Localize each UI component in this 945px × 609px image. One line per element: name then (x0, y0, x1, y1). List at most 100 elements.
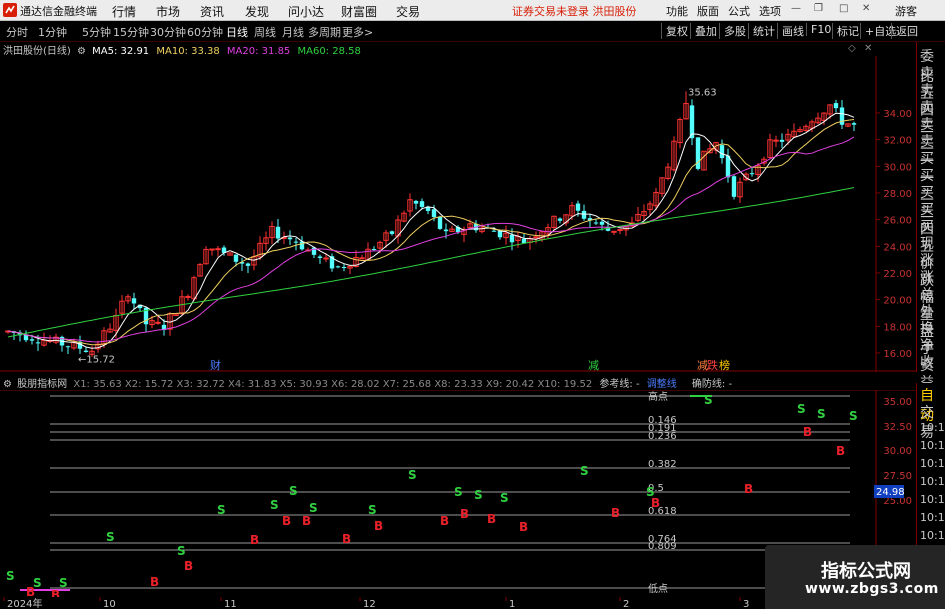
menu-options[interactable]: 选项 (759, 3, 781, 19)
candle-body-up (611, 230, 617, 233)
btn-back[interactable]: 返回 (891, 23, 918, 39)
period-15min[interactable]: 15分钟 (113, 24, 149, 40)
y-tick-label: 30.00 (883, 162, 912, 173)
period-1min[interactable]: 1分钟 (38, 24, 67, 40)
low-price-label: ←15.72 (78, 355, 115, 366)
indicator-y-label: 27.50 (883, 471, 912, 482)
app-logo-icon (3, 3, 17, 17)
y-tick-label: 28.00 (883, 189, 912, 200)
period-daily[interactable]: 日线 (226, 24, 248, 40)
sell-signal: S (6, 569, 15, 583)
buy-signal: B (150, 575, 159, 589)
sell-signal: S (500, 491, 509, 505)
event-marker: 榜 (719, 358, 730, 372)
watermark: 指标公式网 www.zbgs3.com (765, 545, 945, 609)
y-tick-label: 26.00 (883, 216, 912, 227)
sub-settings-gear-icon[interactable]: ⚙ (3, 379, 12, 390)
y-tick-label: 32.00 (883, 136, 912, 147)
menu-item-trade[interactable]: 交易 (396, 3, 420, 20)
candle-body-down (419, 201, 425, 207)
menu-item-ask[interactable]: 问小达 (288, 3, 324, 20)
fib-level-label: 0.809 (648, 541, 677, 552)
btn-multi-stock[interactable]: 多股 (719, 23, 746, 39)
candle-body-down (497, 230, 503, 238)
candle-body-down (437, 216, 443, 229)
period-intraday[interactable]: 分时 (6, 24, 28, 40)
indicator-y-label: 35.00 (883, 397, 912, 408)
candle-body-down (557, 218, 563, 221)
menu-item-quotes[interactable]: 行情 (112, 3, 136, 20)
buy-signal: B (374, 519, 383, 533)
period-more[interactable]: 更多> (342, 24, 373, 40)
buy-signal: B (460, 507, 469, 521)
candle-body-down (371, 249, 377, 251)
btn-mark[interactable]: 标记 (832, 23, 859, 39)
indicator-name[interactable]: 股朋指标网 (17, 379, 67, 390)
candle-body-up (359, 257, 365, 260)
menu-item-news[interactable]: 资讯 (200, 3, 224, 20)
sell-signal: S (270, 498, 279, 512)
candle-body-down (317, 256, 323, 258)
btn-stats[interactable]: 统计 (748, 23, 775, 39)
sell-signal: S (704, 393, 713, 407)
candle-body-up (773, 139, 779, 142)
candle-body-down (491, 230, 497, 232)
period-60min[interactable]: 60分钟 (187, 24, 223, 40)
guest-label[interactable]: 游客 (895, 3, 917, 19)
sell-signal: S (368, 503, 377, 517)
indicator-y-label: 32.50 (883, 422, 912, 433)
close-icon[interactable]: ✕ (862, 3, 870, 14)
minimize-icon[interactable]: — (791, 3, 801, 14)
maximize-icon[interactable]: □ (839, 3, 848, 14)
menu-formula[interactable]: 公式 (728, 3, 750, 19)
candle-body-down (689, 105, 695, 139)
sell-signal: S (849, 409, 858, 423)
btn-adjust[interactable]: 复权 (661, 23, 688, 39)
candle-body-down (413, 200, 419, 204)
candle-body-down (299, 241, 305, 250)
diamond-icon[interactable]: ◇ (848, 43, 856, 54)
candle-body-down (725, 155, 731, 178)
candle-body-down (581, 210, 587, 219)
btn-overlay[interactable]: 叠加 (690, 23, 717, 39)
candle-body-down (83, 350, 89, 352)
sell-signal: S (474, 488, 483, 502)
btn-draw[interactable]: 画线 (777, 23, 804, 39)
candle-body-down (341, 267, 347, 269)
y-tick-label: 24.00 (883, 242, 912, 253)
sell-signal: S (33, 576, 42, 590)
close-chart-icon[interactable]: ✕ (864, 43, 872, 54)
y-tick-label: 18.00 (883, 322, 912, 333)
candle-body-down (851, 123, 857, 125)
menu-item-discover[interactable]: 发现 (245, 3, 269, 20)
menu-item-wealth[interactable]: 财富圈 (341, 3, 377, 20)
candle-body-up (209, 248, 215, 251)
sell-signal: S (289, 484, 298, 498)
candle-body-down (245, 263, 251, 266)
btn-f10[interactable]: F10 (806, 23, 831, 36)
x-tick-label: 1 (509, 599, 515, 609)
period-5min[interactable]: 5分钟 (82, 24, 111, 40)
sell-signal: S (817, 407, 826, 421)
menu-function[interactable]: 功能 (666, 3, 688, 19)
ref-line-label: 参考线: - (599, 379, 640, 390)
trade-time: 10:12 (920, 439, 945, 452)
period-multi[interactable]: 多周期 (308, 24, 341, 40)
sell-signal: S (454, 485, 463, 499)
main-kline-chart[interactable]: 34.00 32.00 30.00 28.00 26.00 24.00 22.00 20.00… (0, 56, 916, 372)
menu-layout[interactable]: 版面 (697, 3, 719, 19)
menu-item-market[interactable]: 市场 (156, 3, 180, 20)
login-notice[interactable]: 证券交易未登录 洪田股份 (512, 3, 637, 19)
trade-time: 10:12 (920, 457, 945, 470)
candle-body-up (185, 295, 191, 298)
sell-signal: S (797, 402, 806, 416)
period-30min[interactable]: 30分钟 (150, 24, 186, 40)
period-monthly[interactable]: 月线 (282, 24, 304, 40)
trade-time: 10:12 (920, 421, 945, 434)
trade-time: 10:12 (920, 511, 945, 524)
candle-body-down (509, 234, 515, 243)
period-weekly[interactable]: 周线 (254, 24, 276, 40)
candle-body-up (617, 229, 623, 232)
buy-signal: B (836, 444, 845, 458)
restore-icon[interactable]: ❐ (814, 3, 823, 14)
